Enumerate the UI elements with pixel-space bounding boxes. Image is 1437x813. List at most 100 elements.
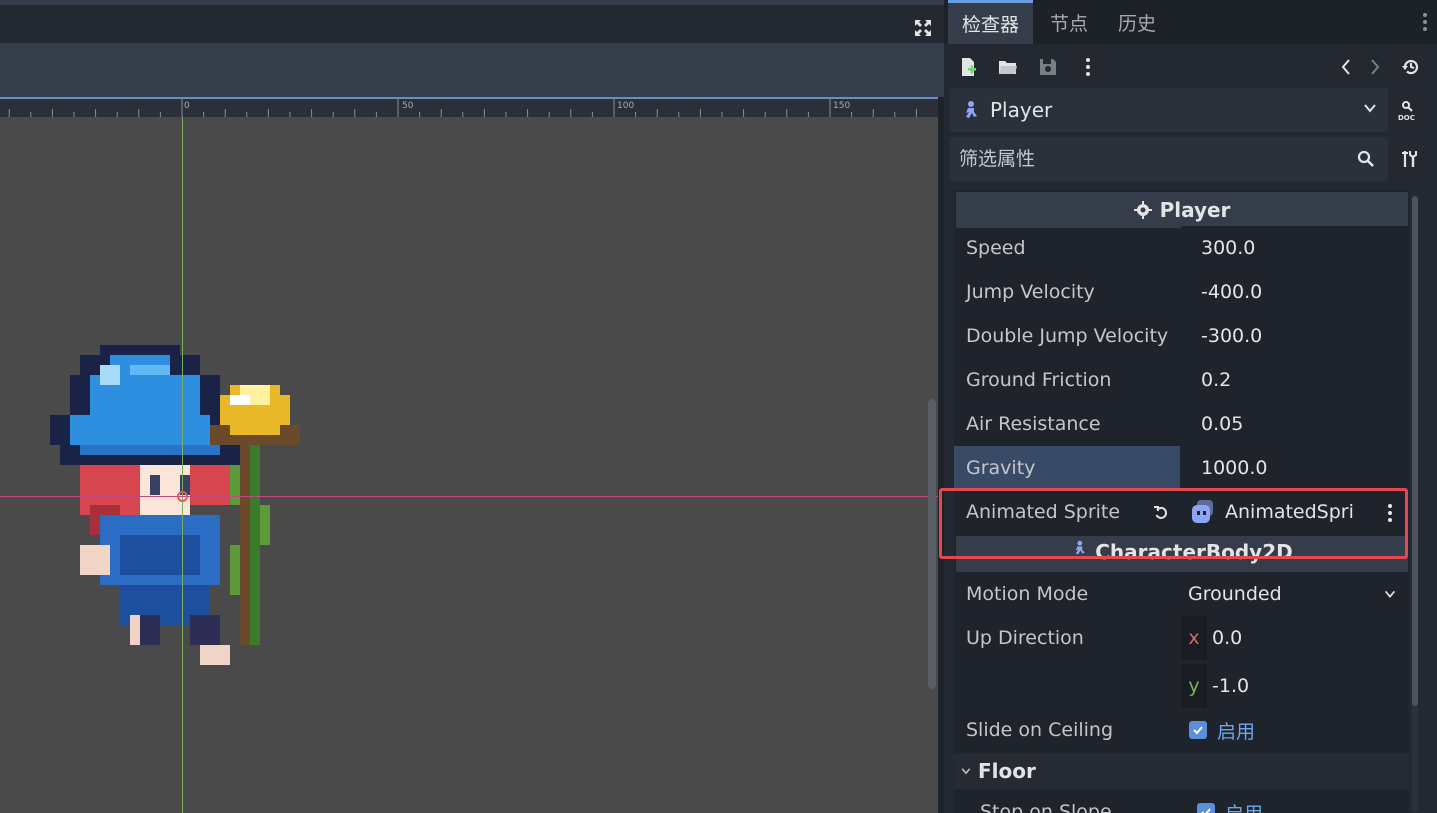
inspector-toolbar bbox=[944, 44, 1437, 88]
inspector-scrollbar-thumb[interactable] bbox=[1412, 196, 1418, 706]
chevron-left-icon bbox=[1341, 59, 1350, 75]
viewport-area: 0 50 100 150 bbox=[0, 0, 944, 813]
history-forward-button[interactable] bbox=[1362, 54, 1388, 80]
property-label: Motion Mode bbox=[966, 583, 1089, 605]
recent-history-button[interactable] bbox=[1398, 54, 1424, 80]
filter-settings-button[interactable] bbox=[1396, 146, 1422, 172]
viewport-header bbox=[0, 5, 944, 43]
tab-label: 节点 bbox=[1050, 12, 1089, 35]
check-icon bbox=[1193, 726, 1203, 735]
property-label: Air Resistance bbox=[966, 413, 1101, 435]
ruler-label: 0 bbox=[184, 101, 190, 111]
tab-inspector[interactable]: 检查器 bbox=[948, 0, 1034, 44]
y-axis-guide bbox=[182, 117, 183, 813]
chevron-down-icon bbox=[1384, 590, 1396, 598]
property-value[interactable]: -400.0 bbox=[1181, 270, 1409, 314]
chevron-down-icon bbox=[961, 768, 971, 775]
kebab-menu-icon bbox=[1423, 13, 1427, 31]
dock-menu-button[interactable] bbox=[1419, 11, 1431, 33]
filter-properties-box bbox=[950, 137, 1388, 181]
section-player[interactable]: Player bbox=[956, 192, 1408, 228]
ruler-label: 50 bbox=[402, 101, 414, 111]
chevron-right-icon bbox=[1371, 59, 1380, 75]
2d-canvas[interactable]: 0 50 100 150 bbox=[0, 97, 938, 813]
resource-menu-button[interactable] bbox=[1075, 54, 1101, 80]
section-title: Player bbox=[1159, 198, 1231, 222]
annotation-highlight-box bbox=[939, 488, 1408, 559]
ruler-label: 150 bbox=[833, 101, 851, 111]
dock-tab-bar: 检查器 节点 历史 bbox=[944, 0, 1437, 44]
search-icon bbox=[1357, 150, 1374, 167]
open-resource-button[interactable] bbox=[995, 54, 1021, 80]
vector-x-value[interactable]: 0.0 bbox=[1212, 616, 1242, 660]
filter-properties-input[interactable] bbox=[950, 137, 1350, 181]
property-value[interactable]: 0.05 bbox=[1181, 402, 1409, 446]
property-label: Up Direction bbox=[966, 627, 1084, 649]
property-slide-on-ceiling: Slide on Ceiling 启用 bbox=[954, 708, 1409, 752]
inspector-dock: 检查器 节点 历史 Player DOC 筛选属性 Player Speed 3… bbox=[944, 0, 1437, 813]
origin-marker bbox=[177, 491, 188, 502]
save-icon bbox=[1040, 59, 1056, 75]
property-label: Double Jump Velocity bbox=[966, 325, 1169, 347]
kebab-menu-icon bbox=[1086, 58, 1090, 76]
property-up-direction-y: y -1.0 bbox=[954, 664, 1409, 708]
stop-on-slope-checkbox[interactable]: 启用 bbox=[1181, 790, 1409, 813]
checkbox-checked bbox=[1189, 721, 1207, 739]
vector-y-value[interactable]: -1.0 bbox=[1212, 664, 1249, 708]
tab-history[interactable]: 历史 bbox=[1104, 0, 1170, 44]
property-motion-mode: Motion Mode Grounded bbox=[954, 572, 1409, 616]
canvas-vertical-scrollbar[interactable] bbox=[928, 399, 936, 689]
property-speed: Speed 300.0 bbox=[954, 226, 1409, 270]
property-label: Jump Velocity bbox=[966, 281, 1095, 303]
ruler-label: 100 bbox=[617, 101, 635, 111]
checkbox-label: 启用 bbox=[1225, 799, 1263, 813]
fullscreen-button[interactable] bbox=[910, 16, 936, 40]
vector-x-tag: x bbox=[1181, 616, 1207, 660]
property-label: Gravity bbox=[954, 446, 1180, 490]
check-icon bbox=[1201, 808, 1211, 813]
group-floor[interactable]: Floor bbox=[954, 753, 1409, 789]
new-resource-button[interactable] bbox=[955, 54, 981, 80]
property-value[interactable]: -300.0 bbox=[1181, 314, 1409, 358]
property-double-jump-velocity: Double Jump Velocity -300.0 bbox=[954, 314, 1409, 358]
tab-label: 检查器 bbox=[962, 14, 1020, 36]
property-label: Ground Friction bbox=[966, 369, 1112, 391]
object-selector[interactable]: Player bbox=[950, 88, 1388, 132]
tab-node[interactable]: 节点 bbox=[1036, 0, 1102, 44]
chevron-down-icon bbox=[1364, 104, 1376, 113]
property-value[interactable]: 1000.0 bbox=[1181, 446, 1409, 490]
group-title: Floor bbox=[978, 759, 1036, 783]
property-label: Speed bbox=[966, 237, 1026, 259]
checkbox-checked bbox=[1197, 803, 1215, 813]
vector-y-tag: y bbox=[1181, 664, 1207, 708]
new-resource-icon bbox=[962, 58, 976, 76]
player-sprite[interactable] bbox=[50, 345, 310, 675]
x-axis-guide bbox=[0, 496, 938, 497]
doc-icon: DOC bbox=[1398, 101, 1415, 121]
history-icon bbox=[1402, 59, 1419, 75]
object-name: Player bbox=[990, 98, 1053, 122]
character-body-icon bbox=[959, 99, 981, 121]
property-label: Stop on Slope bbox=[980, 801, 1112, 813]
property-ground-friction: Ground Friction 0.2 bbox=[954, 358, 1409, 402]
svg-text:DOC: DOC bbox=[1398, 114, 1415, 121]
property-value[interactable]: 0.2 bbox=[1181, 358, 1409, 402]
property-gravity: Gravity 1000.0 bbox=[954, 446, 1409, 490]
property-up-direction: Up Direction x 0.0 bbox=[954, 616, 1409, 660]
script-gear-icon bbox=[1133, 201, 1152, 219]
open-documentation-button[interactable]: DOC bbox=[1396, 97, 1422, 123]
dropdown-value: Grounded bbox=[1188, 583, 1282, 605]
horizontal-ruler: 0 50 100 150 bbox=[0, 99, 938, 117]
save-resource-button[interactable] bbox=[1035, 54, 1061, 80]
property-value[interactable]: 300.0 bbox=[1181, 226, 1409, 270]
property-label: Slide on Ceiling bbox=[966, 719, 1114, 741]
history-back-button[interactable] bbox=[1333, 54, 1359, 80]
fullscreen-icon bbox=[915, 20, 931, 36]
tab-label: 历史 bbox=[1118, 12, 1157, 35]
tools-icon bbox=[1402, 151, 1417, 167]
property-jump-velocity: Jump Velocity -400.0 bbox=[954, 270, 1409, 314]
slide-on-ceiling-checkbox[interactable]: 启用 bbox=[1181, 708, 1409, 752]
ruler-ticks bbox=[8, 99, 917, 117]
property-stop-on-slope: Stop on Slope 启用 bbox=[954, 790, 1409, 813]
motion-mode-dropdown[interactable]: Grounded bbox=[1181, 572, 1409, 616]
